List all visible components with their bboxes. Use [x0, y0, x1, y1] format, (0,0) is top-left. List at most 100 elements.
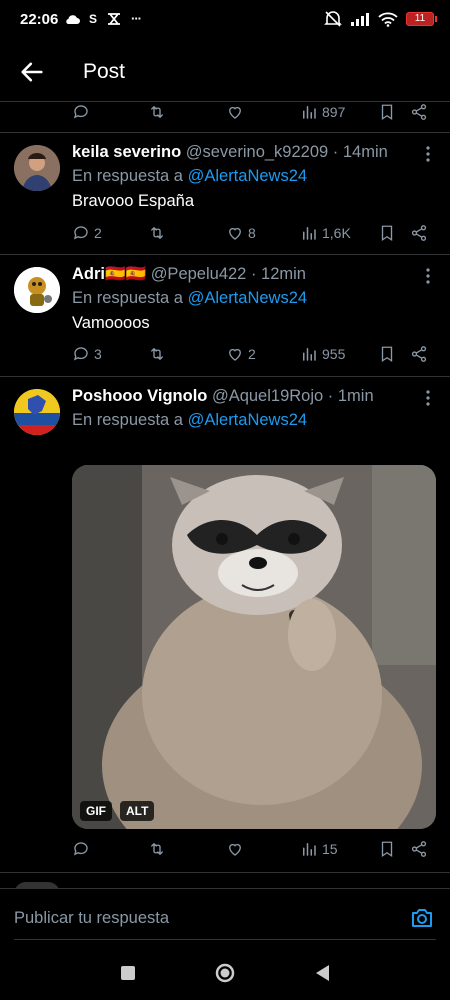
- share-icon: [411, 841, 427, 857]
- bookmark-icon: [381, 104, 393, 121]
- tweet-actions: 15: [0, 840, 450, 864]
- reply-button[interactable]: 3: [72, 345, 102, 363]
- reply-underline: [14, 939, 436, 940]
- bookmark-button[interactable]: [378, 224, 396, 242]
- gif-media[interactable]: GIF ALT: [72, 465, 436, 829]
- tweet-divider: [0, 376, 450, 377]
- bookmark-icon: [381, 841, 393, 858]
- reply-button[interactable]: [72, 103, 90, 121]
- recents-icon[interactable]: [117, 962, 139, 984]
- mention-link[interactable]: @AlertaNews24: [188, 289, 307, 307]
- repost-button[interactable]: [148, 103, 166, 121]
- repost-icon: [151, 106, 163, 118]
- bookmark-button[interactable]: [378, 103, 396, 121]
- back-arrow-icon[interactable]: [18, 58, 46, 86]
- alt-text-button[interactable]: ALT: [120, 801, 155, 821]
- reply-context: En respuesta a: [72, 167, 183, 185]
- tweet-text: Vamoooos: [72, 314, 150, 332]
- more-notifications-icon: ···: [131, 11, 142, 26]
- views-count: 897: [322, 104, 346, 120]
- share-icon: [411, 225, 427, 241]
- more-options-icon[interactable]: [424, 267, 432, 285]
- views-button[interactable]: 897: [300, 103, 345, 121]
- heart-icon: [229, 106, 241, 119]
- share-button[interactable]: [410, 224, 428, 242]
- tweet-time: · 12min: [250, 265, 306, 283]
- app-notification-icon: [108, 12, 121, 25]
- bookmark-icon: [381, 225, 393, 242]
- like-button[interactable]: 8: [226, 224, 256, 242]
- user-handle[interactable]: @Aquel19Rojo: [212, 387, 323, 405]
- top-app-bar: Post: [0, 48, 450, 100]
- bookmark-button[interactable]: [378, 345, 396, 363]
- views-button[interactable]: 955: [300, 345, 345, 363]
- heart-icon: [229, 227, 241, 240]
- mention-link[interactable]: @AlertaNews24: [188, 167, 307, 185]
- share-button[interactable]: [410, 103, 428, 121]
- like-button[interactable]: 2: [226, 345, 256, 363]
- views-button[interactable]: 1,6K: [300, 224, 351, 242]
- avatar[interactable]: [14, 267, 60, 313]
- display-name[interactable]: Poshooo Vignolo: [72, 387, 207, 405]
- reply-icon: [73, 105, 88, 119]
- avatar[interactable]: [14, 145, 60, 191]
- cloud-icon: [66, 14, 80, 24]
- display-name[interactable]: Adri🇪🇸🇪🇸: [72, 265, 146, 283]
- views-count: 955: [322, 346, 346, 362]
- repost-icon: [151, 227, 163, 239]
- views-chart-icon: [303, 106, 316, 119]
- views-chart-icon: [303, 843, 316, 856]
- mute-icon: [324, 11, 342, 27]
- camera-icon[interactable]: [410, 906, 434, 930]
- tweet-actions: 3 2 955: [0, 345, 450, 369]
- reply-icon: [73, 347, 88, 361]
- views-count: 1,6K: [322, 225, 351, 241]
- back-icon[interactable]: [312, 962, 334, 984]
- tweet-divider: [0, 872, 450, 873]
- like-button[interactable]: [226, 840, 244, 858]
- repost-button[interactable]: [148, 224, 166, 242]
- tweet-actions: 2 8 1,6K: [0, 224, 450, 248]
- tweet-divider: [0, 132, 450, 133]
- battery-icon: 11: [406, 12, 437, 26]
- more-options-icon[interactable]: [424, 145, 432, 163]
- tweet-time: · 14min: [332, 143, 388, 161]
- wifi-icon: [378, 12, 398, 27]
- mention-link[interactable]: @AlertaNews24: [188, 411, 307, 429]
- user-handle[interactable]: @Pepelu422: [151, 265, 247, 283]
- gif-badge: GIF: [80, 801, 112, 821]
- share-icon: [411, 346, 427, 362]
- views-chart-icon: [303, 227, 316, 240]
- signal-icon: [351, 13, 369, 26]
- page-title: Post: [83, 60, 126, 83]
- system-nav-bar: [0, 948, 450, 1000]
- heart-icon: [229, 843, 241, 856]
- share-button[interactable]: [410, 345, 428, 363]
- avatar[interactable]: [14, 389, 60, 435]
- raccoon-gif-image: [72, 465, 436, 829]
- user-handle[interactable]: @severino_k92209: [186, 143, 328, 161]
- more-options-icon[interactable]: [424, 389, 432, 407]
- like-button[interactable]: [226, 103, 244, 121]
- reply-input[interactable]: Publicar tu respuesta: [14, 909, 169, 928]
- repost-icon: [151, 843, 163, 855]
- bookmark-button[interactable]: [378, 840, 396, 858]
- like-count: 2: [248, 346, 256, 362]
- header-divider: [0, 101, 450, 102]
- like-count: 8: [248, 225, 256, 241]
- status-bar: 22:06 S ··· 11: [0, 0, 450, 42]
- repost-button[interactable]: [148, 840, 166, 858]
- reply-button[interactable]: 2: [72, 224, 102, 242]
- reply-composer[interactable]: Publicar tu respuesta: [0, 888, 450, 948]
- views-button[interactable]: 15: [300, 840, 338, 858]
- repost-icon: [151, 348, 163, 360]
- reply-button[interactable]: [72, 840, 90, 858]
- home-icon[interactable]: [214, 962, 236, 984]
- tweet-divider: [0, 254, 450, 255]
- reply-icon: [73, 226, 88, 240]
- share-button[interactable]: [410, 840, 428, 858]
- display-name[interactable]: keila severino: [72, 143, 181, 161]
- repost-button[interactable]: [148, 345, 166, 363]
- bookmark-icon: [381, 346, 393, 363]
- status-time: 22:06: [20, 11, 59, 28]
